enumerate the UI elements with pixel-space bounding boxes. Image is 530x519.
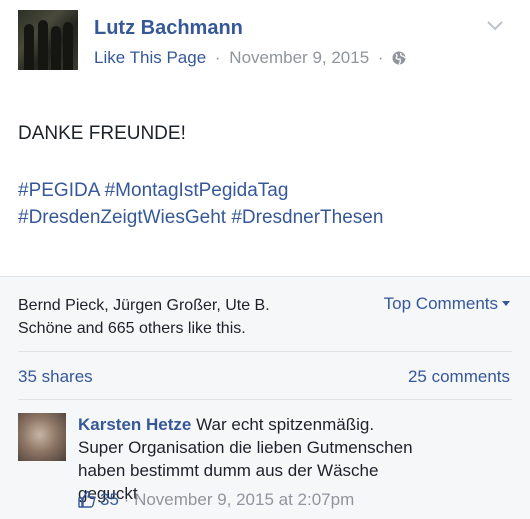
comment-timestamp[interactable]: November 9, 2015 at 2:07pm <box>134 490 354 509</box>
top-comments-label: Top Comments <box>383 294 498 313</box>
comments-count-link[interactable]: 25 comments <box>408 367 510 387</box>
likes-line: Bernd Pieck, Jürgen Großer, Ute B. <box>18 297 270 314</box>
separator-dot: · <box>214 48 221 67</box>
top-comments-dropdown[interactable]: Top Comments <box>384 294 510 314</box>
globe-icon <box>392 51 406 65</box>
likes-summary[interactable]: Bernd Pieck, Jürgen Großer, Ute B. Schön… <box>18 294 338 340</box>
hashtags: #PEGIDA #MontagIstPegidaTag #DresdenZeig… <box>18 177 518 231</box>
comment-like-count[interactable]: 35 <box>100 490 119 509</box>
hashtag-link[interactable]: #DresdenZeigtWiesGeht <box>18 207 226 228</box>
post-text: DANKE FREUNDE! <box>18 123 186 144</box>
separator-dot: · <box>123 490 130 509</box>
hashtag-link[interactable]: #DresdnerThesen <box>231 207 383 228</box>
post-date[interactable]: November 9, 2015 <box>229 48 369 67</box>
post-footer: Bernd Pieck, Jürgen Großer, Ute B. Schön… <box>0 276 530 519</box>
hashtag-link[interactable]: #MontagIstPegidaTag <box>105 180 289 201</box>
like-page-link[interactable]: Like This Page <box>94 48 206 67</box>
comment-meta: 35 · November 9, 2015 at 2:07pm <box>78 490 354 510</box>
likes-line: Schöne and 665 others like this. <box>18 320 246 337</box>
comment-author-link[interactable]: Karsten Hetze <box>78 415 191 434</box>
post-meta: Like This Page · November 9, 2015 · <box>94 48 406 68</box>
chevron-down-icon[interactable] <box>486 20 504 32</box>
post-header: Lutz Bachmann Like This Page · November … <box>18 10 516 74</box>
separator-dot: · <box>377 48 384 67</box>
caret-down-icon <box>502 301 510 306</box>
page-avatar[interactable] <box>18 10 78 70</box>
hashtag-link[interactable]: #PEGIDA <box>18 180 99 201</box>
commenter-avatar[interactable] <box>18 413 66 461</box>
divider <box>18 351 512 352</box>
divider <box>18 399 512 400</box>
page-name-link[interactable]: Lutz Bachmann <box>94 17 243 40</box>
thumbs-up-icon[interactable] <box>78 490 96 508</box>
shares-link[interactable]: 35 shares <box>18 367 93 387</box>
